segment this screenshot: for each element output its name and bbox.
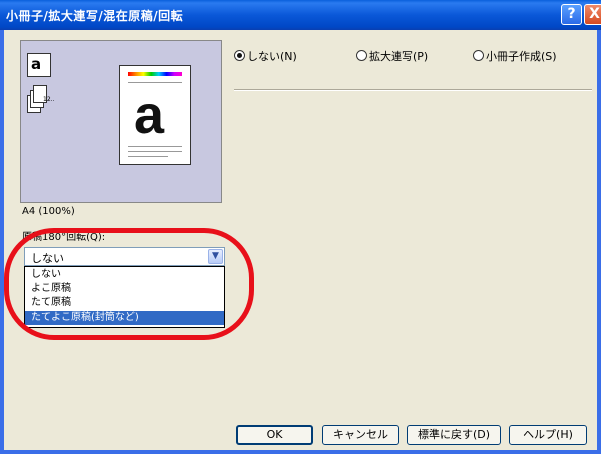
page-preview: a 12.. a <box>20 40 222 203</box>
radio-none-label: しない(N) <box>247 50 297 63</box>
divider <box>234 89 592 91</box>
radio-enlarge-label: 拡大連写(P) <box>369 50 429 63</box>
highlight-annotation <box>4 228 254 340</box>
stack-text: 12.. <box>43 96 55 103</box>
paper-size-label: A4 (100%) <box>22 206 75 217</box>
ok-button[interactable]: OK <box>236 425 313 445</box>
radio-icon[interactable] <box>473 50 484 61</box>
single-page-icon: a <box>27 53 51 77</box>
radio-none[interactable]: しない(N) <box>234 48 297 64</box>
mixed-pages-icon: 12.. <box>27 85 55 117</box>
help-icon[interactable]: ? <box>561 4 582 25</box>
window-title: 小冊子/拡大連写/混在原稿/回転 <box>6 9 184 23</box>
text-line <box>128 146 182 147</box>
single-page-icon-letter: a <box>31 55 42 73</box>
window-border <box>4 450 597 454</box>
radio-selected-icon[interactable] <box>234 50 245 61</box>
radio-icon[interactable] <box>356 50 367 61</box>
help-button[interactable]: ヘルプ(H) <box>509 425 587 445</box>
dialog-client-area: a 12.. a A4 (100%) 原稿180°回転(Q): しない ▼ しな… <box>4 30 597 454</box>
restore-defaults-button[interactable]: 標準に戻す(D) <box>407 425 501 445</box>
cancel-button[interactable]: キャンセル <box>322 425 399 445</box>
radio-booklet-label: 小冊子作成(S) <box>486 50 557 63</box>
color-bar <box>128 72 182 76</box>
radio-booklet[interactable]: 小冊子作成(S) <box>473 48 557 64</box>
preview-letter: a <box>134 85 165 145</box>
radio-enlarge[interactable]: 拡大連写(P) <box>356 48 428 64</box>
close-icon[interactable]: X <box>584 4 601 25</box>
text-line <box>128 151 182 152</box>
text-line <box>128 82 182 83</box>
preview-paper: a <box>119 65 191 165</box>
dialog-window: 小冊子/拡大連写/混在原稿/回転 ? X a 12.. a A4 (100%) … <box>0 0 601 454</box>
title-bar[interactable]: 小冊子/拡大連写/混在原稿/回転 ? X <box>0 0 601 30</box>
text-line <box>128 156 168 157</box>
